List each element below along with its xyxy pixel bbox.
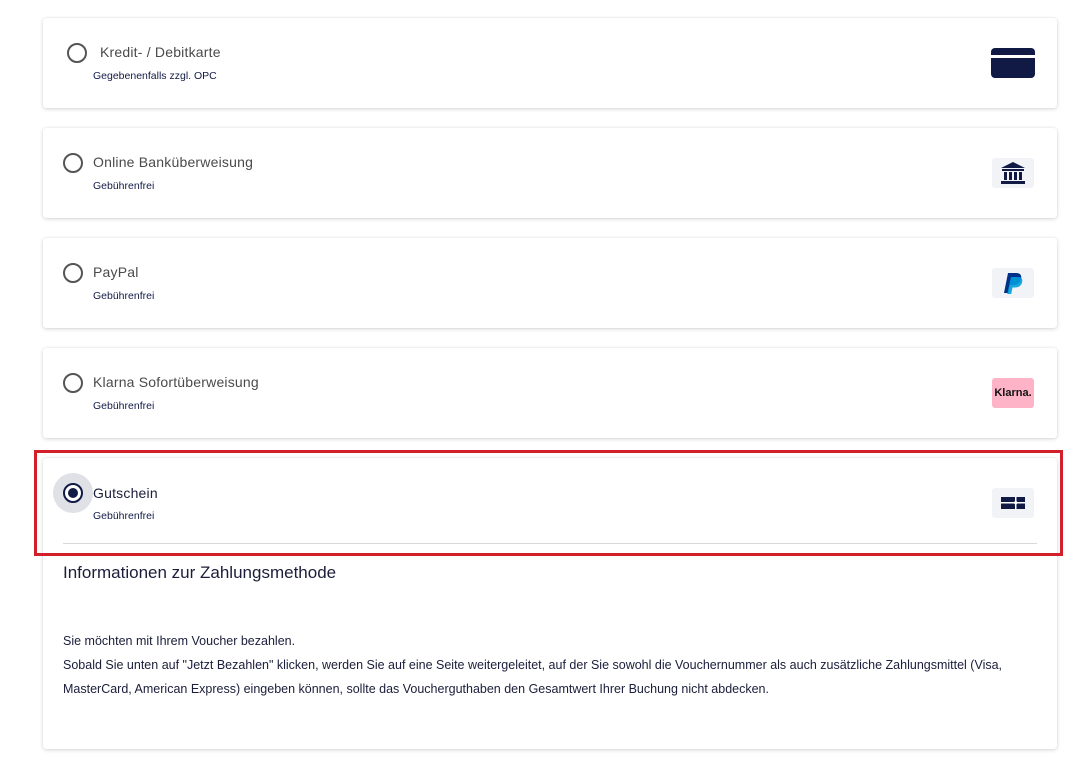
credit-card-radio[interactable] [67, 43, 87, 63]
credit-card-title: Kredit- / Debitkarte [100, 44, 221, 60]
bank-transfer-radio[interactable] [63, 153, 83, 173]
bank-icon [992, 158, 1034, 188]
payment-option-klarna[interactable]: Klarna Sofortüberweisung Gebührenfrei Kl… [43, 348, 1057, 438]
klarna-subtitle: Gebührenfrei [93, 400, 155, 412]
paypal-icon [992, 268, 1034, 298]
payment-info-text: Sie möchten mit Ihrem Voucher bezahlen. … [63, 629, 1043, 701]
klarna-logo-text: Klarna. [994, 387, 1032, 399]
voucher-title: Gutschein [93, 485, 158, 501]
paypal-radio[interactable] [63, 263, 83, 283]
payment-info-line-2: Sobald Sie unten auf "Jetzt Bezahlen" kl… [63, 658, 1003, 696]
credit-card-subtitle: Gegebenenfalls zzgl. OPC [93, 70, 217, 82]
payment-info-line-1: Sie möchten mit Ihrem Voucher bezahlen. [63, 634, 296, 648]
section-divider [63, 543, 1037, 544]
bank-transfer-title: Online Banküberweisung [93, 154, 254, 170]
payment-info-title: Informationen zur Zahlungsmethode [63, 563, 337, 582]
paypal-title: PayPal [93, 264, 139, 280]
credit-card-icon [991, 48, 1035, 78]
payment-option-bank-transfer[interactable]: Online Banküberweisung Gebührenfrei [43, 128, 1057, 218]
klarna-title: Klarna Sofortüberweisung [93, 374, 259, 390]
voucher-radio[interactable] [63, 483, 83, 503]
klarna-radio[interactable] [63, 373, 83, 393]
payment-option-voucher[interactable]: Gutschein Gebührenfrei Informationen zur… [43, 458, 1057, 749]
klarna-icon: Klarna. [992, 378, 1034, 408]
payment-option-credit-card[interactable]: Kredit- / Debitkarte Gegebenenfalls zzgl… [43, 18, 1057, 108]
payment-option-paypal[interactable]: PayPal Gebührenfrei [43, 238, 1057, 328]
gift-card-icon [992, 488, 1034, 518]
paypal-subtitle: Gebührenfrei [93, 290, 155, 302]
voucher-subtitle: Gebührenfrei [93, 510, 155, 522]
bank-transfer-subtitle: Gebührenfrei [93, 180, 155, 192]
